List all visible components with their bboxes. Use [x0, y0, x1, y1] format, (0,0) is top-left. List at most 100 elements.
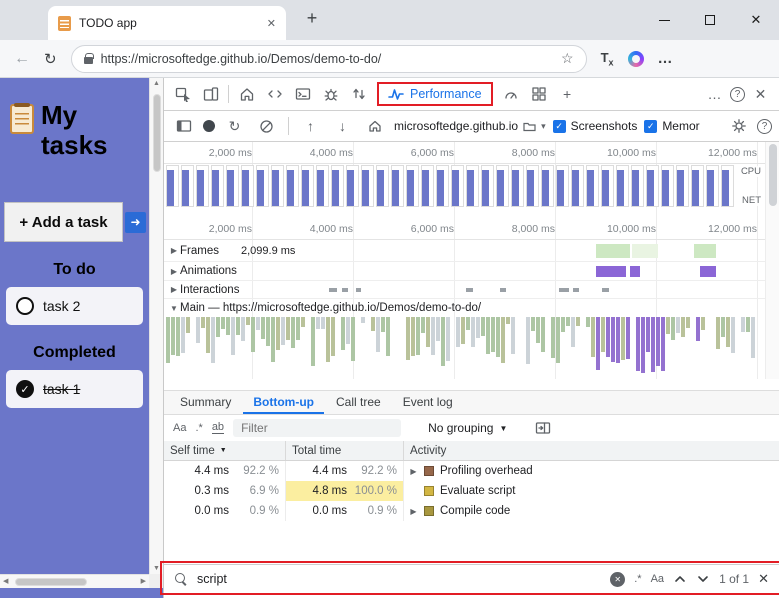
collapse-arrow-icon[interactable]: ▼ — [168, 304, 180, 313]
scroll-up-icon[interactable]: ▲ — [150, 80, 163, 87]
screenshot-thumbnail[interactable] — [511, 165, 524, 207]
heaviest-stack-icon[interactable] — [530, 416, 555, 441]
screenshot-thumbnail[interactable] — [301, 165, 314, 207]
back-icon[interactable]: ← — [14, 50, 30, 68]
device-toolbar-icon[interactable] — [198, 82, 223, 107]
sources-bug-icon[interactable] — [318, 82, 343, 107]
console-icon[interactable] — [290, 82, 315, 107]
details-tab-bottom-up[interactable]: Bottom-up — [243, 391, 324, 414]
reload-record-icon[interactable]: ↻ — [222, 114, 247, 139]
screenshot-thumbnail[interactable] — [331, 165, 344, 207]
screenshot-thumbnail[interactable] — [676, 165, 689, 207]
frames-track[interactable]: ▶ Frames 2,099.9 ms — [164, 240, 766, 262]
timeline-ruler-detail[interactable]: 2,000 ms 4,000 ms 6,000 ms 8,000 ms 10,000 m… — [164, 218, 766, 240]
new-tab-button[interactable]: + — [300, 8, 324, 29]
panel-toggle-icon[interactable] — [171, 114, 196, 139]
screenshot-thumbnail[interactable] — [616, 165, 629, 207]
screenshot-thumbnail[interactable] — [166, 165, 179, 207]
screenshot-thumbnail[interactable] — [661, 165, 674, 207]
task-checkbox-checked[interactable]: ✓ — [16, 380, 34, 398]
column-activity[interactable]: Activity — [404, 441, 779, 460]
screenshot-thumbnail[interactable] — [376, 165, 389, 207]
screenshot-thumbnail[interactable] — [571, 165, 584, 207]
minimize-button[interactable] — [641, 0, 687, 40]
screenshot-thumbnail[interactable] — [541, 165, 554, 207]
expand-arrow-icon[interactable]: ▶ — [168, 267, 180, 276]
screenshot-thumbnail[interactable] — [721, 165, 734, 207]
screenshot-thumbnail[interactable] — [691, 165, 704, 207]
table-row[interactable]: 0.0 ms 0.9 % 0.0 ms 0.9 % ▶ Compile code — [164, 501, 779, 521]
save-profile-icon[interactable]: ↓ — [330, 114, 355, 139]
screenshot-thumbnail[interactable] — [706, 165, 719, 207]
perf-help-icon[interactable]: ? — [757, 118, 772, 134]
visit-origin-home-icon[interactable] — [362, 114, 387, 139]
list-item[interactable]: ✓ task 1 — [6, 370, 143, 408]
match-case-icon[interactable]: Aa — [173, 422, 186, 434]
screenshot-thumbnail[interactable] — [631, 165, 644, 207]
search-regex-icon[interactable]: .* — [634, 573, 641, 585]
welcome-home-icon[interactable] — [234, 82, 259, 107]
details-tab-call-tree[interactable]: Call tree — [326, 391, 391, 414]
timeline-ruler-overview[interactable]: 2,000 ms 4,000 ms 6,000 ms 8,000 ms 10,000 m… — [164, 142, 766, 164]
screenshot-thumbnail[interactable] — [361, 165, 374, 207]
screenshot-thumbnail[interactable] — [406, 165, 419, 207]
screenshot-thumbnail[interactable] — [181, 165, 194, 207]
scrollbar-thumb[interactable] — [15, 578, 87, 586]
search-input[interactable] — [197, 572, 427, 586]
inspect-icon[interactable] — [170, 82, 195, 107]
expand-arrow-icon[interactable]: ▶ — [168, 246, 180, 255]
grouping-select[interactable]: No grouping ▼ — [428, 421, 507, 435]
previous-match-icon[interactable] — [673, 574, 687, 584]
screenshot-thumbnail[interactable] — [211, 165, 224, 207]
load-profile-icon[interactable]: ↑ — [298, 114, 323, 139]
address-bar[interactable]: https://microsoftedge.github.io/Demos/de… — [70, 44, 587, 73]
whole-word-icon[interactable]: ab — [211, 422, 225, 434]
bookmark-star-icon[interactable]: ☆ — [561, 50, 574, 67]
clear-search-icon[interactable]: ✕ — [610, 571, 626, 587]
devtools-help-icon[interactable]: ? — [730, 86, 745, 102]
screenshot-thumbnail[interactable] — [346, 165, 359, 207]
memory-checkbox[interactable]: ✓ Memor — [644, 119, 700, 133]
screenshot-thumbnail[interactable] — [256, 165, 269, 207]
devtools-scrollbar[interactable] — [765, 142, 779, 379]
application-icon[interactable] — [527, 82, 552, 107]
scrollbar-thumb[interactable] — [153, 94, 161, 172]
network-icon[interactable] — [346, 82, 371, 107]
tab-close-icon[interactable]: ✕ — [267, 17, 276, 30]
browser-menu-icon[interactable]: … — [658, 50, 674, 67]
screenshot-thumbnail[interactable] — [316, 165, 329, 207]
scrollbar-thumb[interactable] — [769, 144, 777, 206]
screenshot-thumbnail[interactable] — [226, 165, 239, 207]
screenshot-thumbnail[interactable] — [196, 165, 209, 207]
screenshot-filmstrip[interactable] — [166, 165, 764, 207]
add-task-button[interactable]: + Add a task — [4, 202, 123, 242]
screenshot-thumbnail[interactable] — [646, 165, 659, 207]
record-icon[interactable] — [203, 120, 215, 132]
column-self-time[interactable]: Self time ▼ — [164, 441, 286, 460]
screenshot-thumbnail[interactable] — [586, 165, 599, 207]
copilot-icon[interactable] — [627, 50, 644, 67]
task-checkbox[interactable] — [16, 297, 34, 315]
next-match-icon[interactable] — [696, 574, 710, 584]
screenshot-thumbnail[interactable] — [466, 165, 479, 207]
screenshot-thumbnail[interactable] — [526, 165, 539, 207]
close-search-icon[interactable]: ✕ — [758, 571, 769, 587]
close-button[interactable]: ✕ — [733, 0, 779, 40]
refresh-icon[interactable]: ↻ — [44, 50, 57, 68]
screenshot-thumbnail[interactable] — [436, 165, 449, 207]
screenshots-checkbox[interactable]: ✓ Screenshots — [552, 119, 637, 133]
maximize-button[interactable] — [687, 0, 733, 40]
site-security-icon[interactable] — [83, 53, 94, 64]
column-total-time[interactable]: Total time — [286, 441, 404, 460]
more-tools-add-icon[interactable]: + — [555, 82, 580, 107]
clear-icon[interactable] — [254, 114, 279, 139]
devtools-close-icon[interactable]: ✕ — [748, 82, 773, 107]
scroll-left-icon[interactable]: ◀ — [3, 577, 8, 585]
screenshot-thumbnail[interactable] — [286, 165, 299, 207]
add-task-submit-icon[interactable]: ➜ — [125, 211, 146, 233]
horizontal-scrollbar[interactable]: ◀ ▶ — [0, 574, 149, 588]
screenshot-thumbnail[interactable] — [421, 165, 434, 207]
scroll-down-icon[interactable]: ▼ — [150, 565, 163, 572]
screenshot-thumbnail[interactable] — [241, 165, 254, 207]
elements-icon[interactable] — [262, 82, 287, 107]
